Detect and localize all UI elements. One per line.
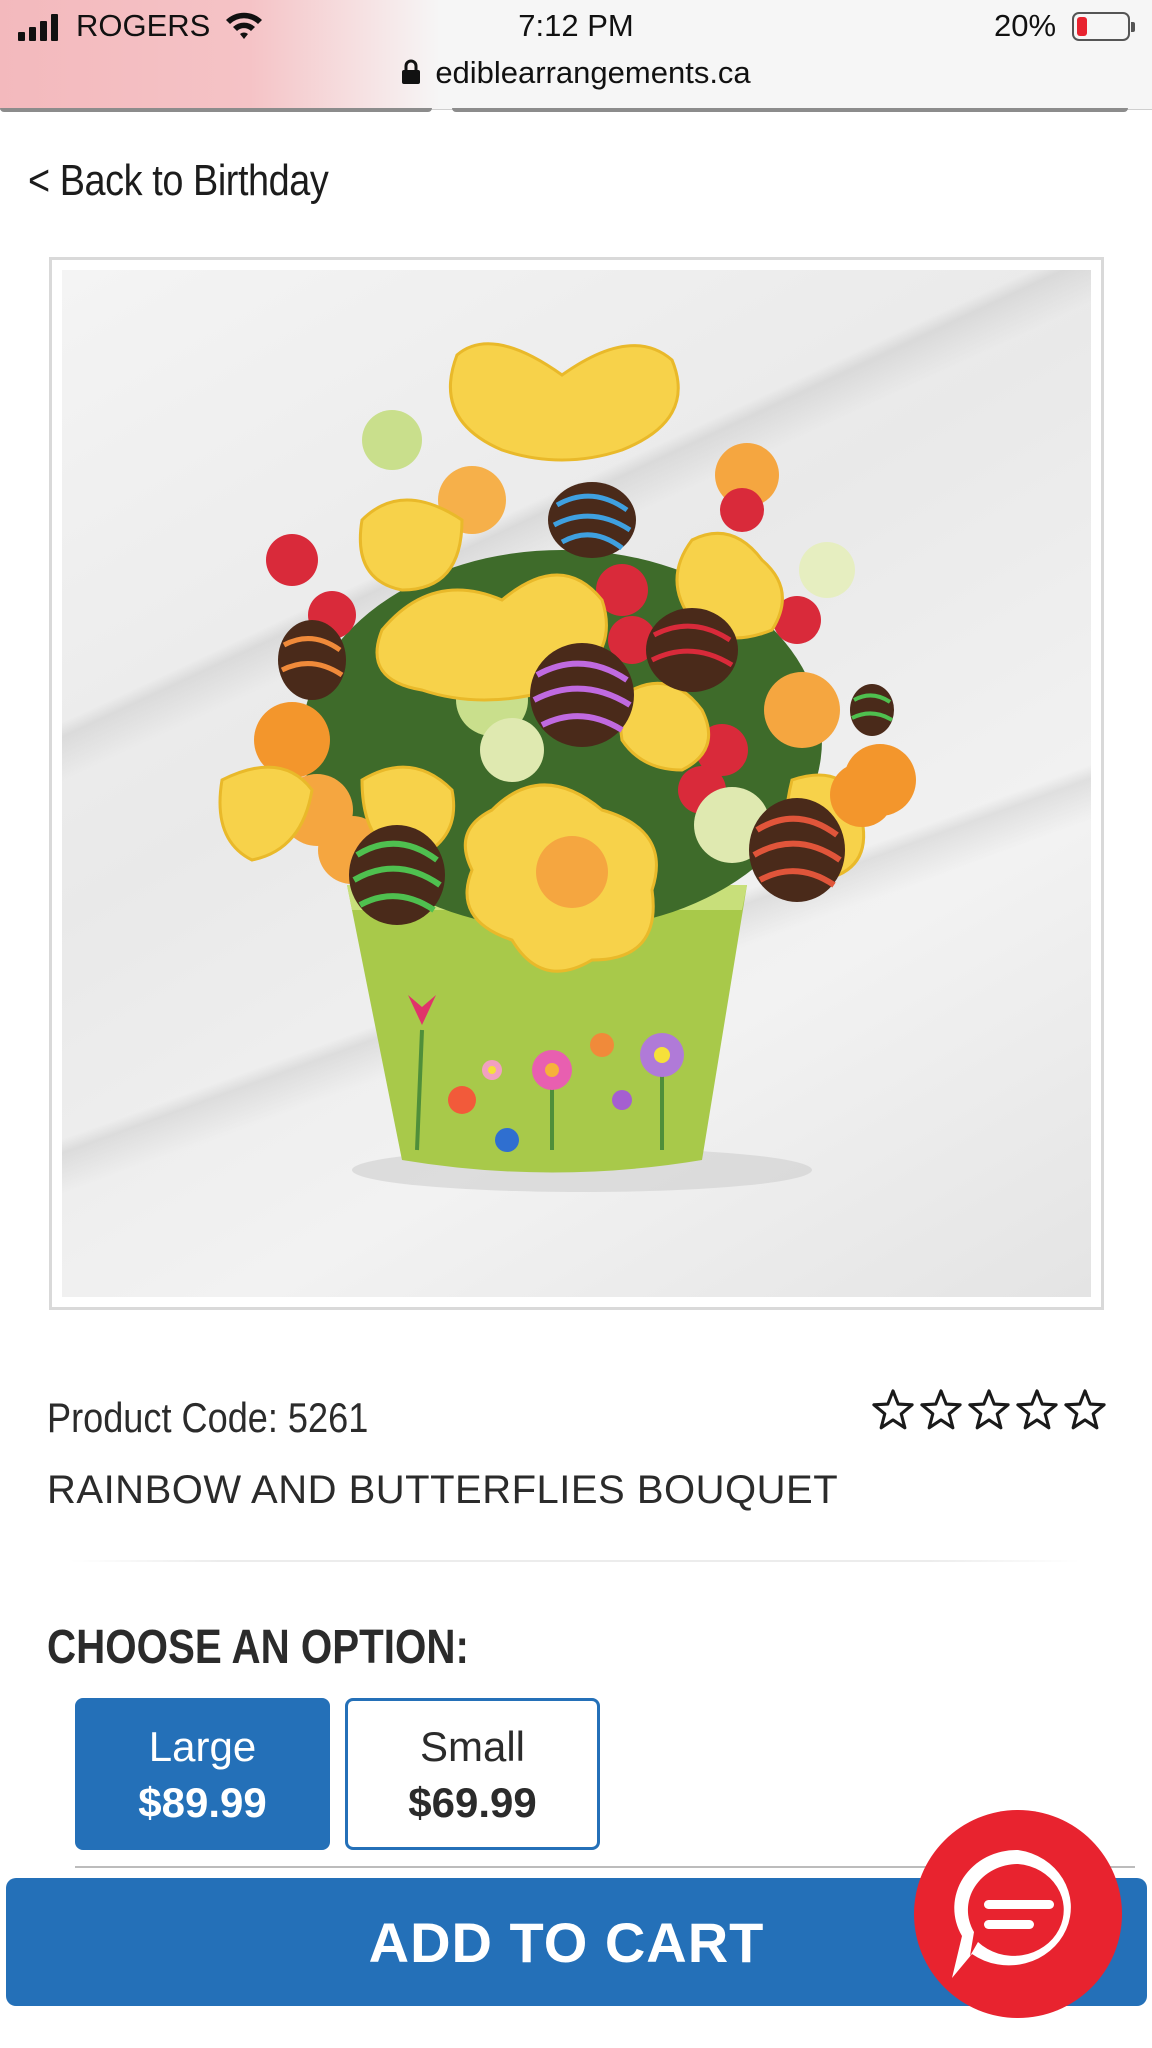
chat-widget-button[interactable] [912, 1808, 1124, 2020]
lock-icon [401, 57, 421, 93]
browser-status-bar: ROGERS 7:12 PM 20% ediblearrangements.ca [0, 0, 1152, 110]
address-bar[interactable]: ediblearrangements.ca [0, 55, 1152, 93]
option-small-button[interactable]: Small $69.99 [345, 1698, 600, 1850]
star-empty-icon [968, 1389, 1010, 1430]
star-empty-icon [872, 1389, 914, 1430]
divider [70, 1560, 1080, 1562]
fruit-bouquet-image [62, 270, 1091, 1297]
product-image-frame[interactable] [49, 257, 1104, 1310]
chat-icon [914, 1810, 1122, 2018]
battery-percent: 20% [994, 8, 1057, 43]
option-price: $69.99 [408, 1779, 537, 1826]
option-name: Large [148, 1723, 257, 1770]
url-text: ediblearrangements.ca [435, 55, 751, 90]
product-title: RAINBOW AND BUTTERFLIES BOUQUET [47, 1468, 839, 1512]
option-large-button[interactable]: Large $89.99 [75, 1698, 330, 1850]
star-empty-icon [1016, 1389, 1058, 1430]
star-empty-icon [920, 1389, 962, 1430]
option-price: $89.99 [138, 1779, 267, 1826]
star-empty-icon [1064, 1389, 1106, 1430]
product-code: Product Code: 5261 [47, 1394, 369, 1441]
option-name: Small [419, 1723, 526, 1770]
back-to-category-link[interactable]: < Back to Birthday [28, 156, 329, 206]
tab-indicator-left [0, 108, 432, 112]
option-heading: CHOOSE AN OPTION: [47, 1621, 469, 1674]
clock: 7:12 PM [518, 8, 634, 43]
tab-indicator-right [452, 108, 1128, 112]
battery-icon [1072, 12, 1135, 41]
star-rating[interactable] [870, 1388, 1108, 1432]
